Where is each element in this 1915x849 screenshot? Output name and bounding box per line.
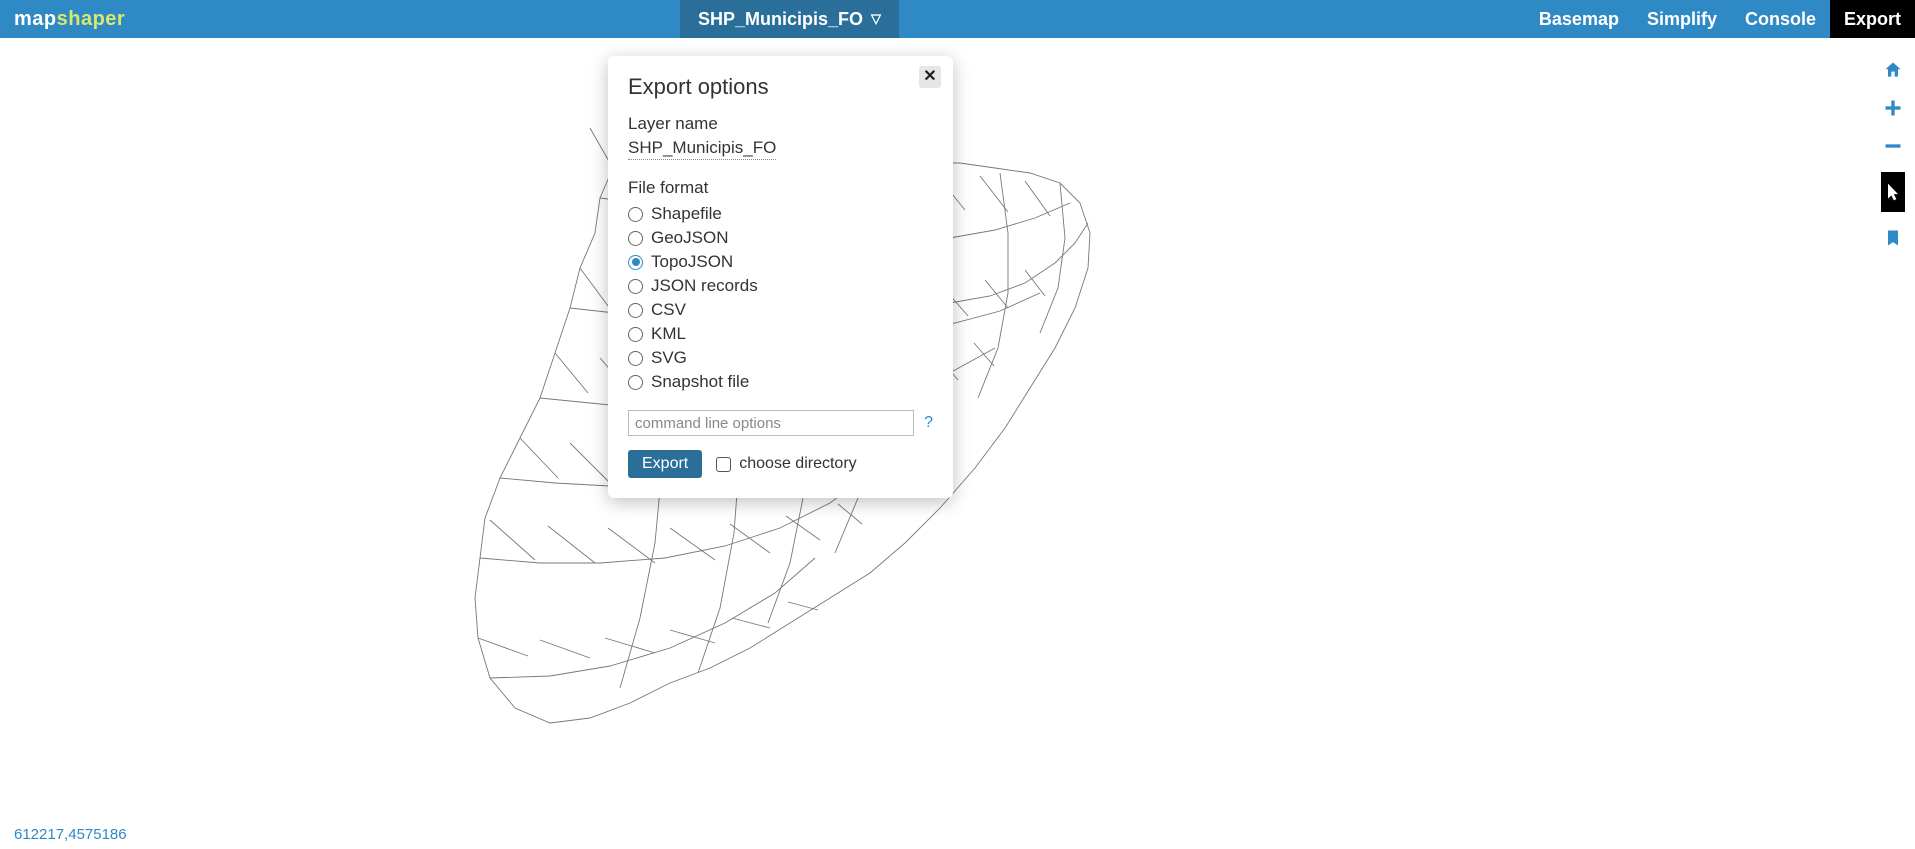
format-option-label: GeoJSON [651,228,728,248]
zoom-toolbar [1871,58,1915,250]
menu-console[interactable]: Console [1731,0,1830,38]
home-extent-icon[interactable] [1881,58,1905,82]
file-format-label: File format [628,178,933,198]
dialog-title: Export options [628,74,933,100]
dialog-action-row: Export choose directory [628,450,933,478]
radio-icon[interactable] [628,375,643,390]
radio-icon[interactable] [628,279,643,294]
logo-left: map [14,8,57,30]
choose-directory-option[interactable]: choose directory [716,455,856,473]
choose-directory-label: choose directory [739,455,856,473]
format-option[interactable]: TopoJSON [628,250,933,274]
zoom-in-icon[interactable] [1881,96,1905,120]
close-icon[interactable]: ✕ [919,66,941,88]
format-option[interactable]: SVG [628,346,933,370]
format-option[interactable]: Shapefile [628,202,933,226]
format-option[interactable]: KML [628,322,933,346]
cli-options-row: ? [628,410,933,436]
format-option-label: JSON records [651,276,758,296]
layer-selector-label: SHP_Municipis_FO [698,9,863,30]
layer-name-input[interactable]: SHP_Municipis_FO [628,138,776,160]
cli-options-input[interactable] [628,410,914,436]
zoom-out-icon[interactable] [1881,134,1905,158]
format-option-label: Shapefile [651,204,722,224]
export-button[interactable]: Export [628,450,702,478]
format-option[interactable]: JSON records [628,274,933,298]
format-option-label: Snapshot file [651,372,749,392]
format-option-label: TopoJSON [651,252,733,272]
help-icon[interactable]: ? [924,414,933,432]
layer-selector-tab[interactable]: SHP_Municipis_FO ▽ [680,0,899,38]
checkbox-icon[interactable] [716,457,731,472]
export-dialog: ✕ Export options Layer name SHP_Municipi… [608,56,953,498]
format-option-label: SVG [651,348,687,368]
dropdown-triangle-icon: ▽ [871,11,881,27]
map-canvas[interactable]: 612217,4575186 [0,38,1915,849]
format-option[interactable]: Snapshot file [628,370,933,394]
menu-simplify[interactable]: Simplify [1633,0,1731,38]
radio-icon[interactable] [628,255,643,270]
radio-icon[interactable] [628,351,643,366]
menu-basemap[interactable]: Basemap [1525,0,1633,38]
radio-icon[interactable] [628,327,643,342]
logo-right: shaper [57,8,126,30]
format-option-label: CSV [651,300,686,320]
bookmark-icon[interactable] [1881,226,1905,250]
format-option[interactable]: GeoJSON [628,226,933,250]
format-radio-group: Shapefile GeoJSON TopoJSON JSON records CSV K… [628,202,933,394]
pointer-tool-icon[interactable] [1881,172,1905,212]
radio-icon[interactable] [628,231,643,246]
topbar: mapshaper SHP_Municipis_FO ▽ Basemap Sim… [0,0,1915,38]
menu-export[interactable]: Export [1830,0,1915,38]
menu-bar: Basemap Simplify Console Export [1525,0,1915,38]
format-option[interactable]: CSV [628,298,933,322]
app-logo: mapshaper [0,8,139,31]
layer-name-label: Layer name [628,114,933,134]
radio-icon[interactable] [628,303,643,318]
radio-icon[interactable] [628,207,643,222]
format-option-label: KML [651,324,686,344]
coordinate-readout: 612217,4575186 [14,826,127,843]
